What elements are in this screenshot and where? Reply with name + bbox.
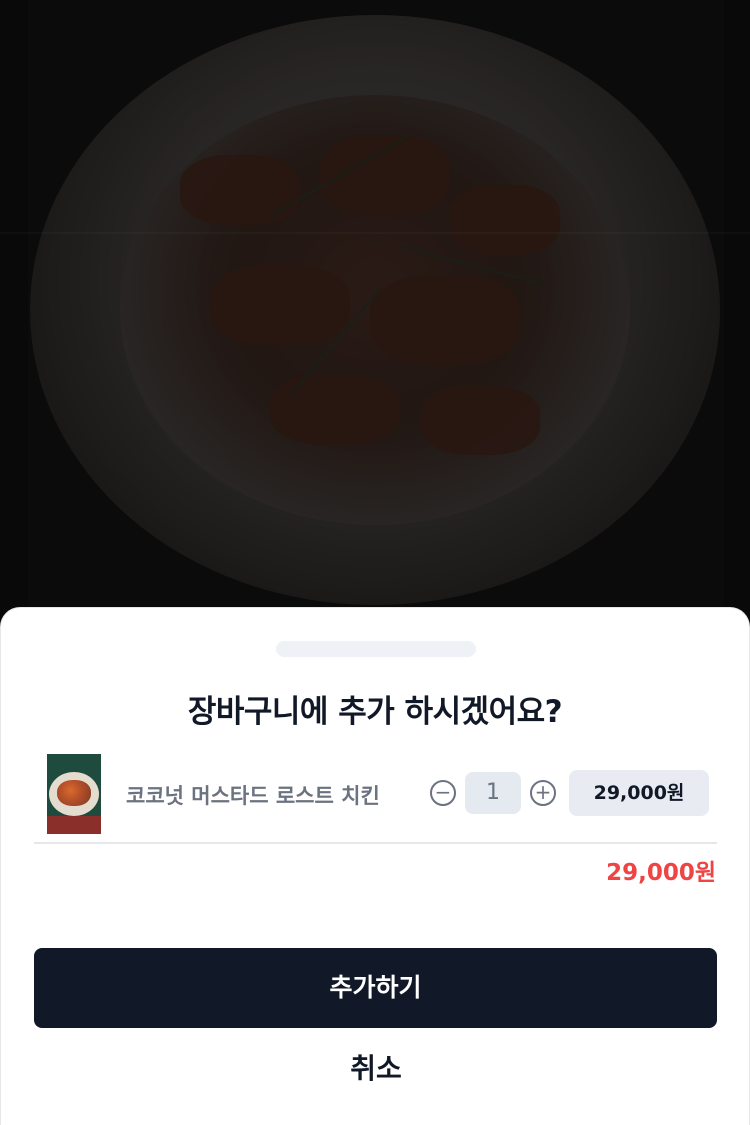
minus-circle-icon[interactable]: −: [430, 780, 456, 806]
sheet-title: 장바구니에 추가 하시겠어요?: [187, 694, 563, 730]
thumbnail-food: [57, 780, 91, 806]
product-name: 코코넛 머스타드 로스트 치킨: [126, 784, 380, 808]
cancel-button[interactable]: 취소: [276, 1044, 476, 1094]
total-price: 29,000원: [606, 860, 716, 886]
sheet-drag-handle[interactable]: [276, 641, 476, 657]
background-food-photo: [0, 0, 750, 640]
plus-circle-icon[interactable]: +: [530, 780, 556, 806]
item-price: 29,000원: [569, 770, 709, 816]
product-thumbnail: [47, 754, 101, 834]
modal-backdrop[interactable]: [0, 0, 750, 640]
thumbnail-napkin: [47, 816, 101, 834]
quantity-value: 1: [465, 772, 521, 814]
add-to-cart-button[interactable]: 추가하기: [34, 948, 717, 1028]
cart-item-row: 코코넛 머스타드 로스트 치킨 − 1 + 29,000원: [34, 746, 717, 844]
add-to-cart-sheet: 장바구니에 추가 하시겠어요? 코코넛 머스타드 로스트 치킨 − 1 + 29…: [0, 607, 750, 1125]
